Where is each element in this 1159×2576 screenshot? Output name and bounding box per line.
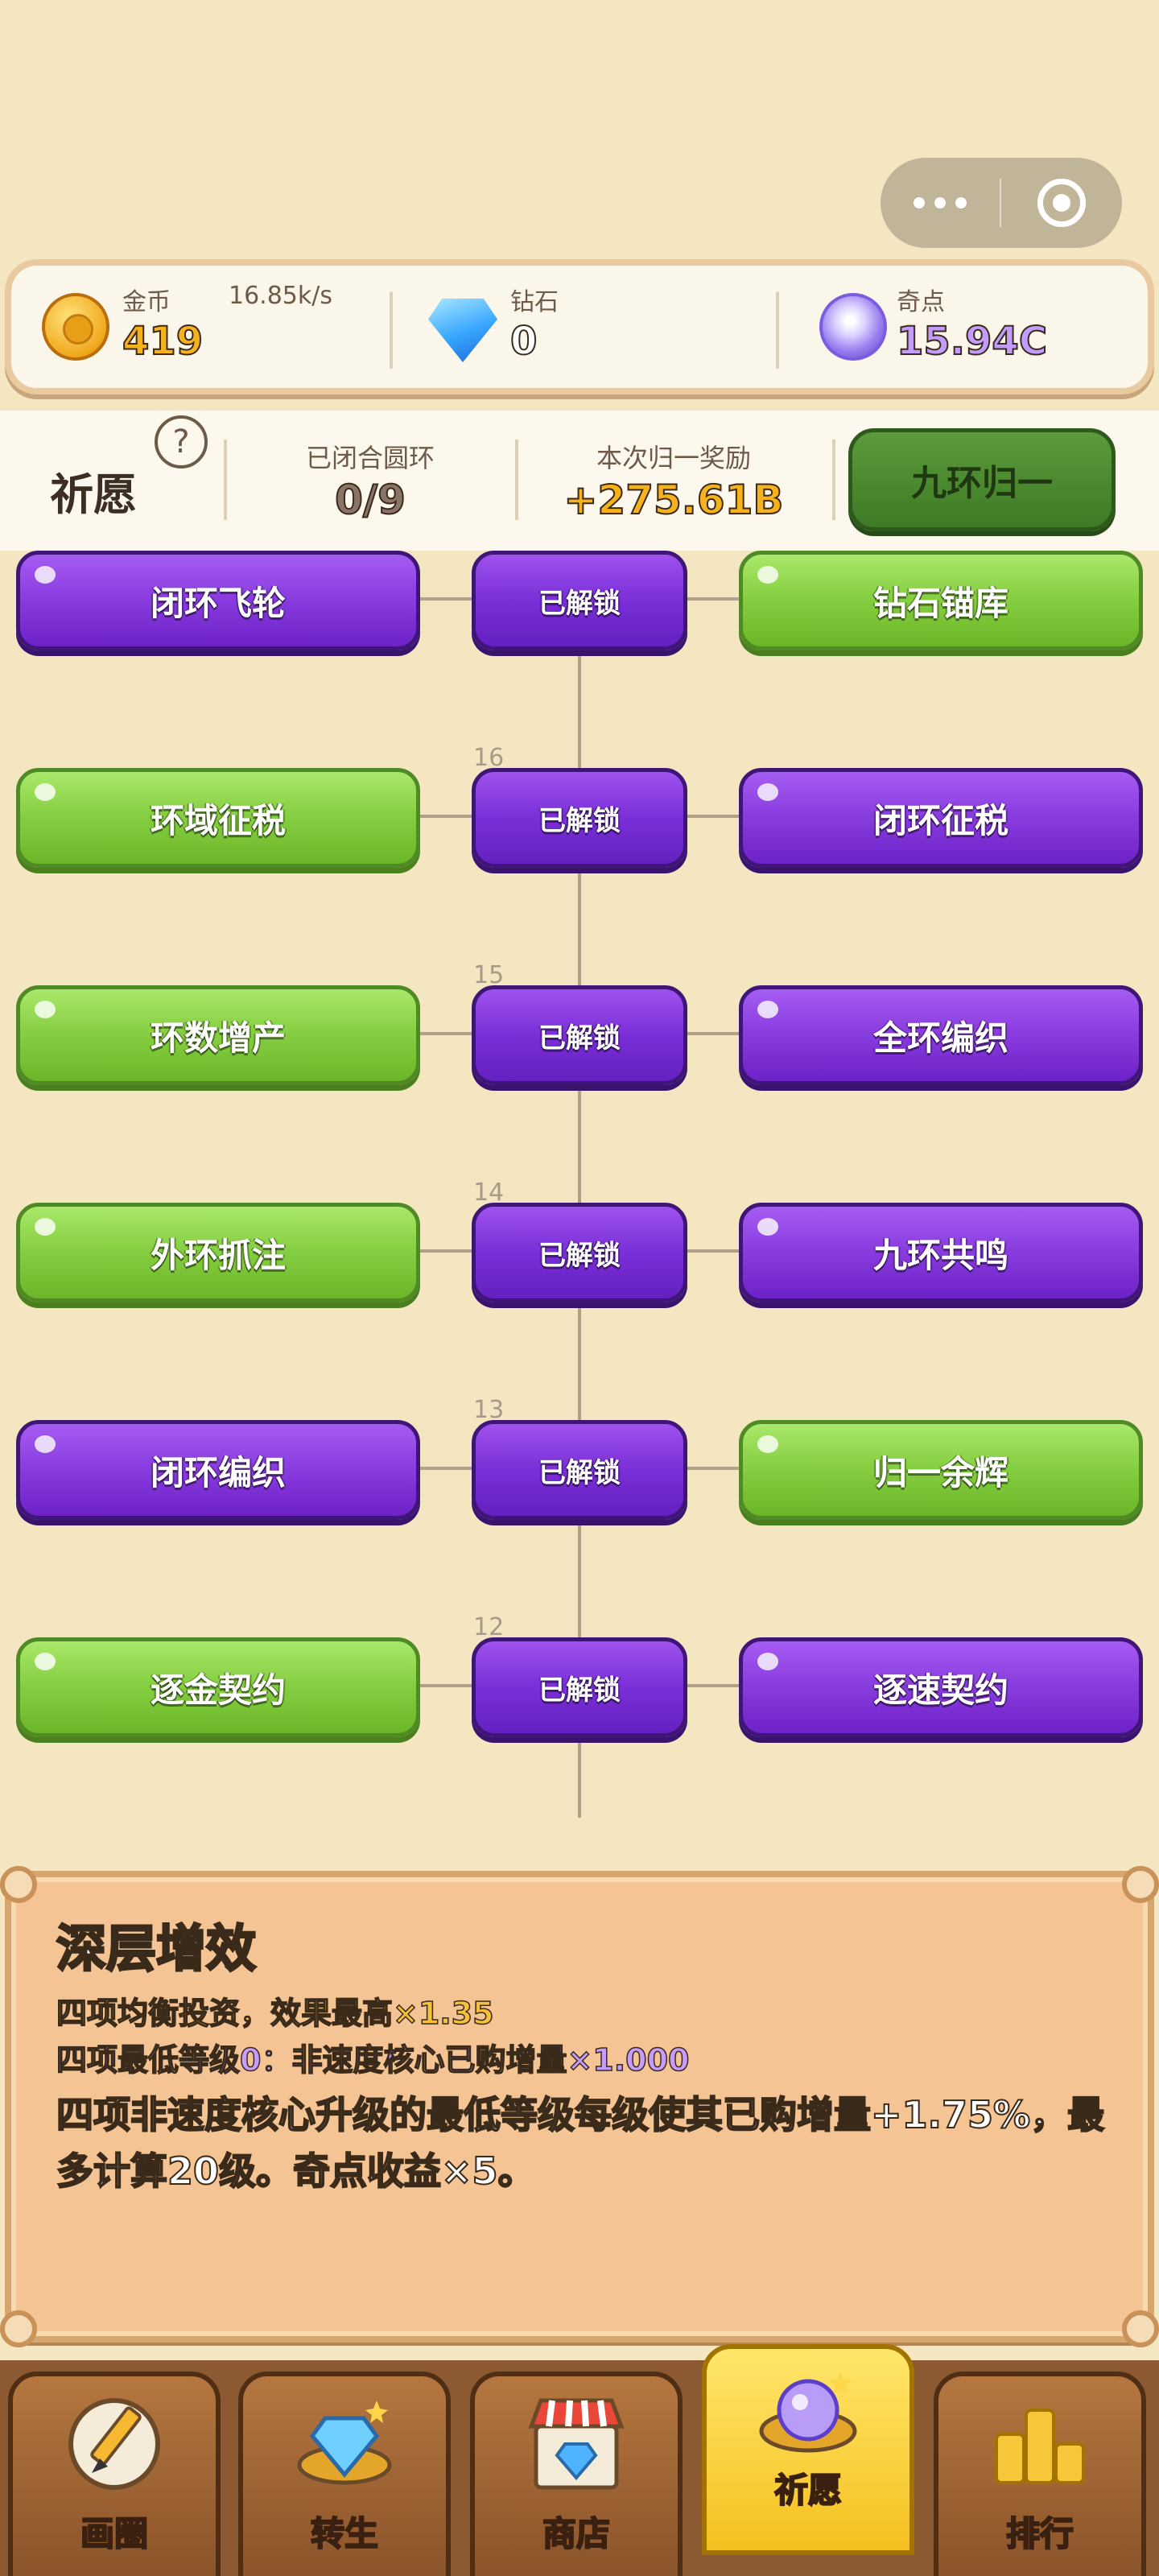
closed-rings-value: 0/9 [334,476,406,524]
merge-nine-rings-button[interactable]: 九环归一 [848,428,1116,531]
connector-line [687,1467,739,1470]
tree-row: 17闭环飞轮已解锁钻石锚库 [0,551,1159,650]
diamond-label: 钻石 [510,288,559,316]
tab-label: 排行 [1005,2513,1074,2554]
unlock-status-button[interactable]: 已解锁 [472,1420,687,1520]
more-dots-icon[interactable] [881,197,1000,208]
shop-icon [528,2398,625,2490]
unlock-status-button[interactable]: 已解锁 [472,768,687,868]
description-line-balance: 四项均衡投资，效果最高×1.35 [56,1995,494,2032]
upgrade-node-right[interactable]: 九环共鸣 [739,1203,1143,1302]
divider [390,291,393,369]
reward-label: 本次归一奖励 [596,443,751,473]
upgrade-node-right[interactable]: 全环编织 [739,985,1143,1085]
tab-rebirth[interactable]: 转生 [238,2372,451,2576]
gold-rate: 16.85k/s [229,282,332,310]
tab-wish[interactable]: 祈愿 [702,2344,914,2555]
wish-header: 祈愿 ? 已闭合圆环 0/9 本次归一奖励 +275.61B 九环归一 [0,411,1159,551]
upgrade-node-right[interactable]: 钻石锚库 [739,551,1143,650]
upgrade-node-left[interactable]: 闭环飞轮 [16,551,420,650]
closed-rings-label: 已闭合圆环 [305,443,435,473]
panel-corner-ornament [0,2310,37,2347]
purple-orb-icon [819,293,887,361]
panel-corner-ornament [1122,1866,1159,1903]
divider [776,291,779,369]
upgrade-node-right[interactable]: 闭环征税 [739,768,1143,868]
description-line-min-level: 四项最低等级0：非速度核心已购增量×1.000 [56,2041,690,2079]
tab-ranking[interactable]: 排行 [934,2372,1146,2576]
mini-program-capsule [881,158,1122,248]
upgrade-node-left[interactable]: 逐金契约 [16,1637,420,1737]
panel-corner-ornament [0,1866,37,1903]
upgrade-node-right[interactable]: 归一余辉 [739,1420,1143,1520]
ranking-bars-icon [995,2409,1085,2484]
divider [515,440,518,520]
gold-value: 419 [122,318,204,365]
divider [224,440,227,520]
unlock-status-button[interactable]: 已解锁 [472,1203,687,1302]
connector-line [687,597,739,601]
upgrade-node-left[interactable]: 闭环编织 [16,1420,420,1520]
upgrade-node-left[interactable]: 外环抓注 [16,1203,420,1302]
panel-corner-ornament [1122,2310,1159,2347]
upgrade-node-left[interactable]: 环数增产 [16,985,420,1085]
wish-orb-icon [759,2372,857,2453]
description-body: 四项非速度核心升级的最低等级每级使其已购增量+1.75%，最多计算20级。奇点收… [56,2092,1105,2194]
upgrade-node-right[interactable]: 逐速契约 [739,1637,1143,1737]
upgrade-node-left[interactable]: 环域征税 [16,768,420,868]
qidian-label: 奇点 [897,288,945,316]
connector-line [420,1032,472,1035]
tree-row: 16 环域征税 已解锁 闭环征税 [0,744,1159,868]
tab-draw[interactable]: 画圈 [8,2372,221,2576]
description-panel: 深层增效 四项均衡投资，效果最高×1.35 四项最低等级0：非速度核心已购增量×… [0,1866,1159,2347]
connector-line [420,1249,472,1253]
target-icon[interactable] [1001,179,1122,227]
pencil-circle-icon [68,2398,160,2490]
tab-label: 商店 [542,2513,611,2554]
tree-row: 15 环数增产 已解锁 全环编织 [0,961,1159,1085]
diamond-resource: 钻石 0 [398,266,776,388]
bottom-nav: 画圈 转生 商店 祈愿 排行 [0,2344,1159,2576]
diamond-icon [428,298,497,362]
tree-row: 12 逐金契约 已解锁 逐速契约 [0,1613,1159,1737]
tab-shop[interactable]: 商店 [470,2372,683,2576]
gold-resource: 金币 16.85k/s 419 [11,266,390,388]
reward-value: +275.61B [563,476,785,524]
help-icon[interactable]: ? [155,415,208,469]
connector-line [687,815,739,818]
unlock-status-button[interactable]: 已解锁 [472,985,687,1085]
tree-row: 13 闭环编织 已解锁 归一余辉 [0,1396,1159,1520]
qidian-value: 15.94C [896,318,1048,365]
unlock-status-button[interactable]: 已解锁 [472,1637,687,1737]
qidian-resource: 奇点 15.94C [784,266,1154,388]
tab-label: 画圈 [80,2513,149,2554]
unlock-status-button[interactable]: 已解锁 [472,551,687,650]
tab-label: 转生 [310,2513,379,2554]
upgrade-tree: 17闭环飞轮已解锁钻石锚库 16环域征税已解锁闭环征税 15环数增产已解锁全环编织 1… [0,551,1159,1818]
connector-line [687,1032,739,1035]
resource-bar: 金币 16.85k/s 419 钻石 0 奇点 15.94C [5,259,1154,394]
diamond-ring-icon [297,2401,392,2485]
page-title: 祈愿 [50,469,137,520]
description-title: 深层增效 [55,1918,257,1979]
tab-label: 祈愿 [773,2470,843,2511]
gold-coin-icon [42,293,109,361]
connector-line [420,1467,472,1470]
connector-line [687,1249,739,1253]
connector-line [420,815,472,818]
connector-line [420,597,472,601]
connector-line [687,1684,739,1687]
diamond-value: 0 [509,318,538,365]
tree-row: 14 外环抓注 已解锁 九环共鸣 [0,1179,1159,1302]
divider [832,440,835,520]
connector-line [420,1684,472,1687]
gold-label: 金币 [122,288,171,316]
